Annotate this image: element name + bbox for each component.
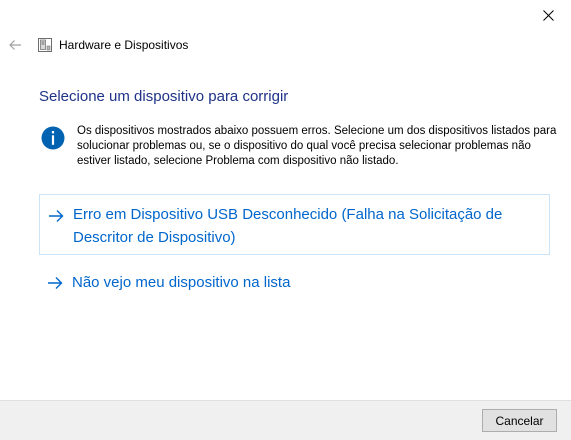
device-option-usb-error[interactable]: Erro em Dispositivo USB Desconhecido (Fa… (39, 194, 550, 255)
close-icon (542, 9, 554, 21)
nav-bar: Hardware e Dispositivos (0, 33, 571, 57)
info-icon (41, 126, 65, 150)
device-not-listed-label: Não vejo meu dispositivo na lista (72, 274, 291, 291)
cancel-button[interactable]: Cancelar (482, 409, 557, 432)
device-option-label-line2: Descritor de Dispositivo) (73, 229, 236, 246)
footer-bar: Cancelar (0, 400, 571, 440)
app-title: Hardware e Dispositivos (59, 38, 189, 52)
back-button[interactable] (5, 33, 25, 57)
arrow-right-icon (49, 210, 64, 222)
troubleshooter-window: Hardware e Dispositivos Selecione um dis… (0, 0, 571, 440)
page-heading: Selecione um dispositivo para corrigir (39, 88, 289, 105)
back-arrow-icon (9, 40, 21, 50)
info-text: Os dispositivos mostrados abaixo possuem… (77, 125, 557, 167)
device-not-listed-option[interactable]: Não vejo meu dispositivo na lista (39, 270, 550, 296)
hardware-devices-icon (38, 38, 52, 52)
arrow-right-icon (48, 277, 63, 289)
close-button[interactable] (525, 0, 571, 30)
device-option-label-line1: Erro em Dispositivo USB Desconhecido (Fa… (73, 206, 503, 223)
